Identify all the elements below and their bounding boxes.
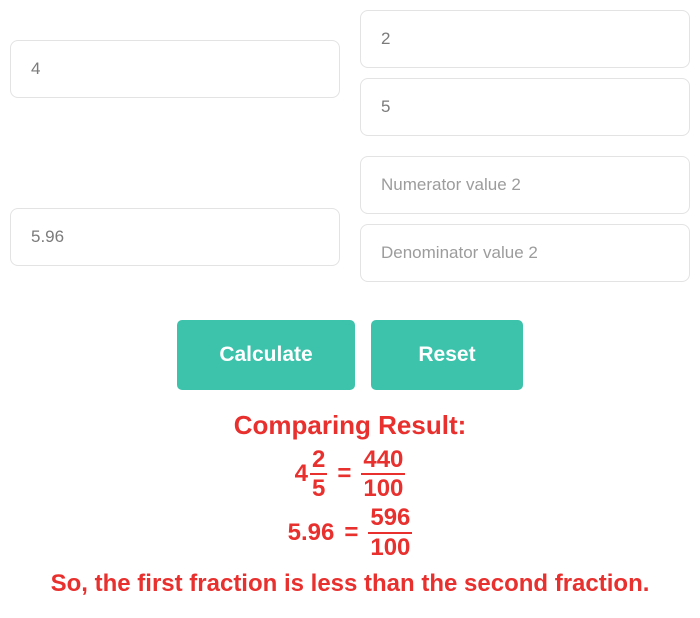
line1-right-fraction: 440 100	[361, 447, 405, 501]
line2-equals: =	[344, 521, 358, 545]
calculate-button[interactable]: Calculate	[177, 320, 355, 390]
result-area: Comparing Result: 4 2 5 = 440 100 5.96 =…	[10, 410, 690, 598]
reset-button[interactable]: Reset	[371, 320, 523, 390]
line2-lhs: 5.96	[288, 521, 335, 545]
line2-right-fraction: 596 100	[368, 505, 412, 559]
line1-equals: =	[337, 462, 351, 486]
whole-number-2-input[interactable]	[10, 208, 340, 266]
line1-left-denominator: 5	[310, 473, 327, 501]
result-line-1: 4 2 5 = 440 100	[10, 447, 690, 501]
line1-left-numerator: 2	[310, 447, 327, 473]
line1-whole: 4	[295, 462, 308, 486]
line2-right-numerator: 596	[368, 505, 412, 531]
result-title: Comparing Result:	[10, 410, 690, 441]
left-column	[10, 10, 340, 282]
result-line-2: 5.96 = 596 100	[10, 505, 690, 559]
line2-right-denominator: 100	[368, 532, 412, 560]
result-conclusion: So, the first fraction is less than the …	[10, 570, 690, 598]
numerator-1-input[interactable]	[360, 10, 690, 68]
denominator-1-input[interactable]	[360, 78, 690, 136]
whole-number-1-input[interactable]	[10, 40, 340, 98]
button-row: Calculate Reset	[10, 320, 690, 390]
line1-left-fraction: 2 5	[310, 447, 327, 501]
numerator-2-input[interactable]	[360, 156, 690, 214]
form-area	[10, 10, 690, 282]
denominator-2-input[interactable]	[360, 224, 690, 282]
right-column	[360, 10, 690, 282]
line1-right-numerator: 440	[361, 447, 405, 473]
line1-right-denominator: 100	[361, 473, 405, 501]
